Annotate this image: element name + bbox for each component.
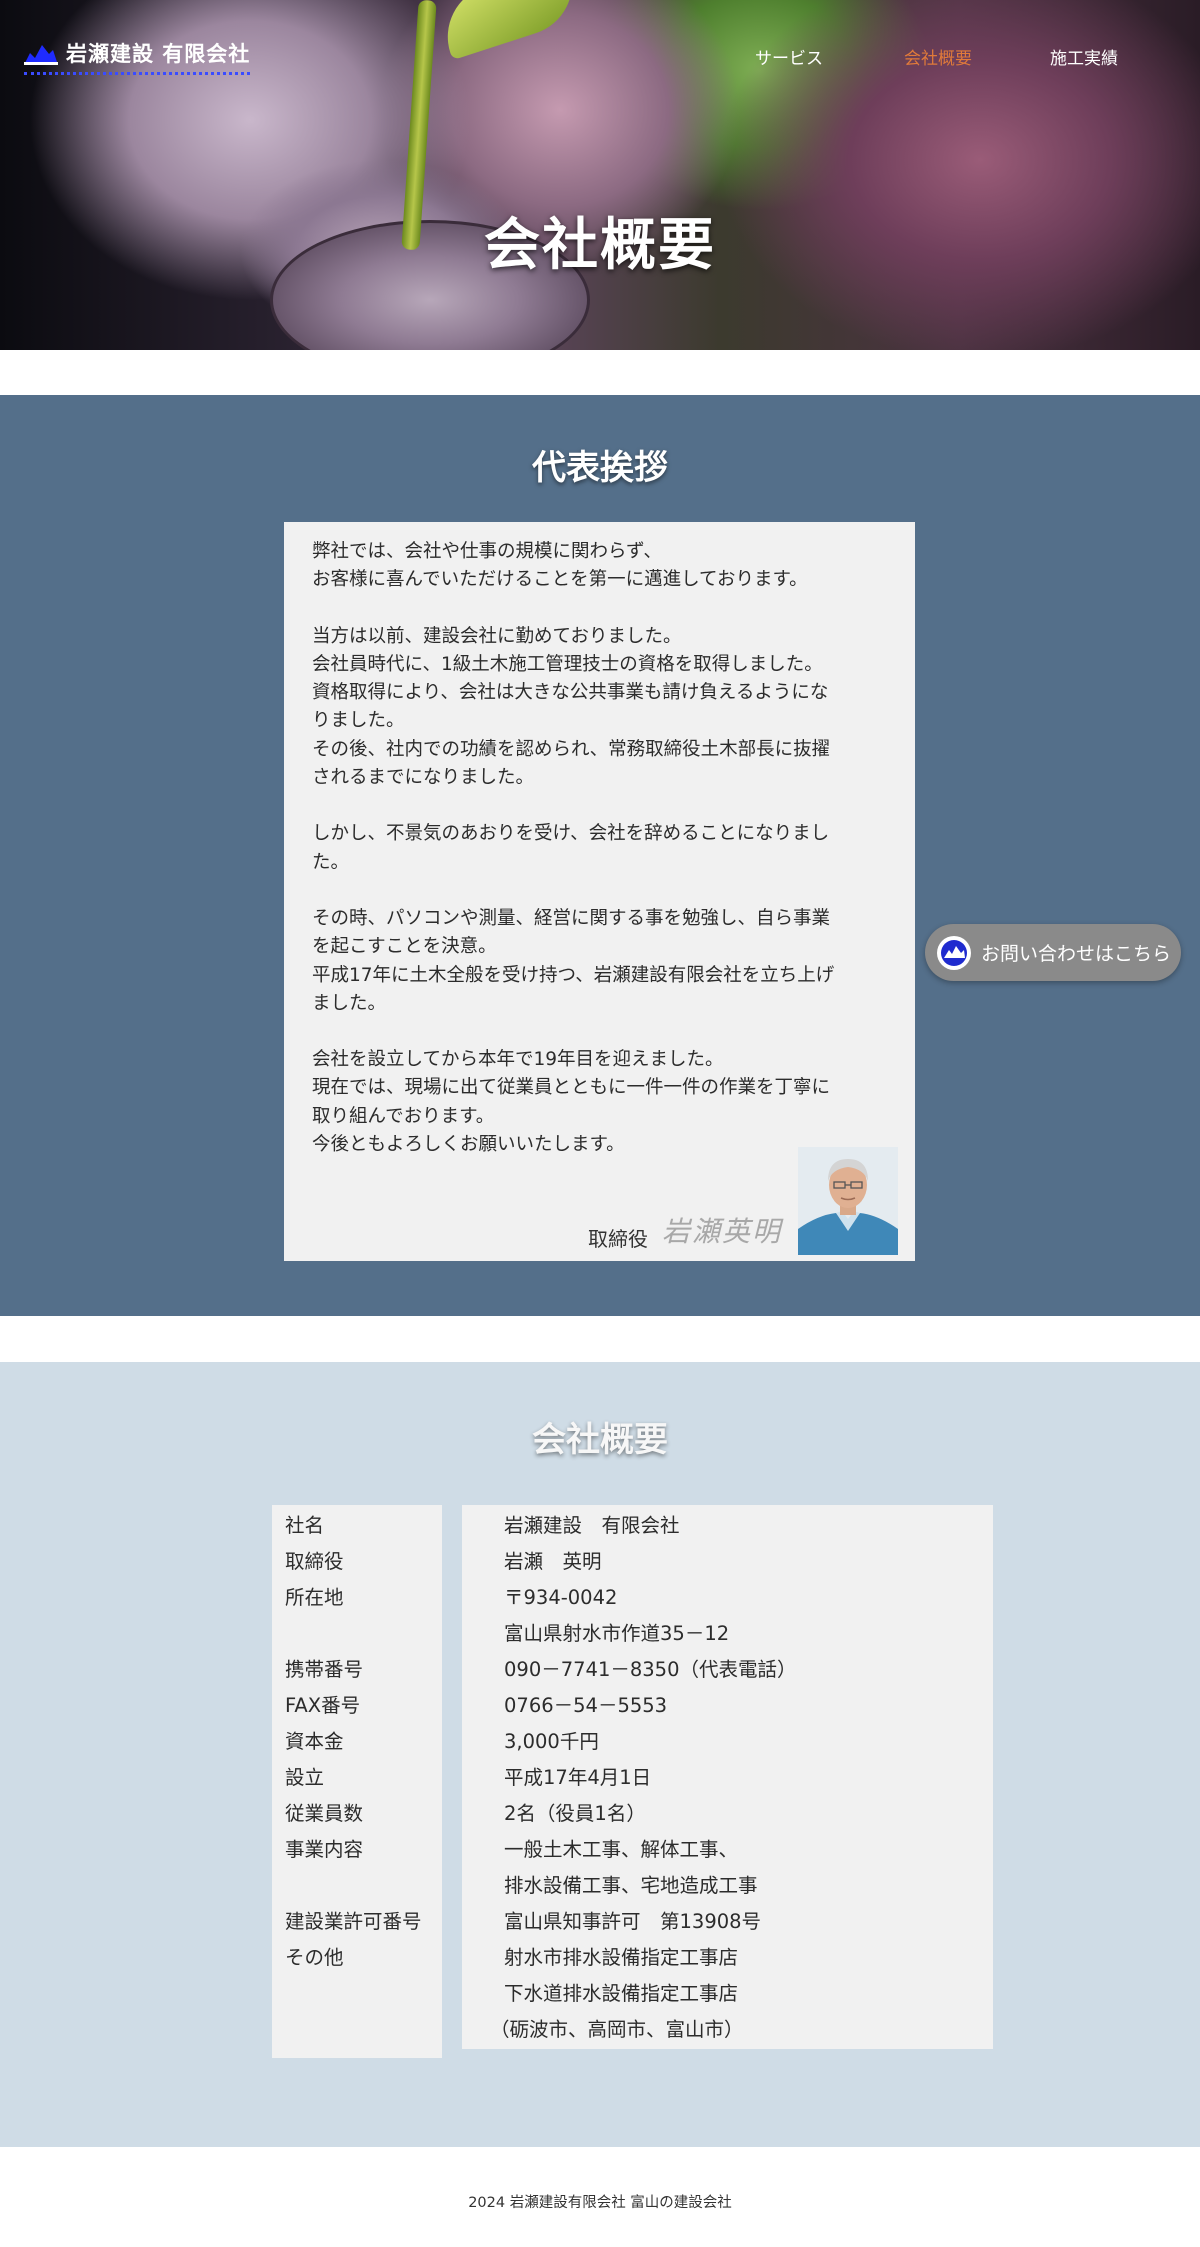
greeting-paragraph: しかし、不景気のあおりを受け、会社を辞めることになりまし た。 [312, 823, 830, 873]
greeting-paragraph: 当方は以前、建設会社に勤めておりました。 会社員時代に、1級土木施工管理技士の資… [312, 625, 831, 789]
portrait-image [798, 1147, 898, 1255]
overview-label: FAX番号 [285, 1694, 361, 1717]
overview-value: 富山県知事許可 第13908号 [504, 1910, 762, 1933]
overview-value: 3,000千円 [504, 1730, 599, 1753]
overview-label: 社名 [285, 1514, 325, 1537]
footer-copyright: 2024 岩瀬建設有限会社 富山の建設会社 [468, 2195, 732, 2211]
overview-label: 取締役 [285, 1550, 344, 1573]
greeting-title: 代表挨拶 [532, 448, 668, 488]
greeting-paragraph: 弊社では、会社や仕事の規模に関わらず、 お客様に喜んでいただけることを第一に邁進… [312, 541, 808, 591]
overview-label: 事業内容 [285, 1838, 364, 1861]
contact-button[interactable]: お問い合わせはこちら [925, 924, 1181, 981]
overview-value: （砺波市、高岡市、富山市） [490, 2018, 744, 2041]
overview-value: 下水道排水設備指定工事店 [504, 1982, 739, 2005]
overview-value: 〒934-0042 [504, 1586, 618, 1609]
overview-value: 岩瀬 英明 [504, 1550, 602, 1573]
overview-title: 会社概要 [532, 1420, 668, 1460]
overview-label: 建設業許可番号 [285, 1910, 422, 1933]
contact-button-label: お問い合わせはこちら [981, 943, 1172, 965]
overview-value: 0766－54－5553 [504, 1694, 668, 1717]
page-title: 会社概要 [484, 213, 716, 278]
overview-value: 平成17年4月1日 [504, 1766, 652, 1789]
overview-label: 資本金 [285, 1730, 344, 1753]
overview-value: 090－7741－8350（代表電話） [504, 1658, 797, 1681]
signature-role: 取締役 [588, 1227, 648, 1251]
hero-banner: 岩瀬建設 有限会社 サービス 会社概要 施工実績 会社概要 [0, 0, 1200, 350]
mountain-logo-icon [937, 935, 971, 970]
overview-value: 排水設備工事、宅地造成工事 [504, 1874, 758, 1897]
greeting-text: 弊社では、会社や仕事の規模に関わらず、 お客様に喜んでいただけることを第一に邁進… [312, 538, 888, 1159]
greeting-card: 弊社では、会社や仕事の規模に関わらず、 お客様に喜んでいただけることを第一に邁進… [284, 522, 915, 1261]
nav-item-services[interactable]: サービス [755, 44, 823, 69]
overview-value: 富山県射水市作道35－12 [504, 1622, 730, 1645]
overview-label: 設立 [285, 1766, 325, 1789]
greeting-section: 代表挨拶 弊社では、会社や仕事の規模に関わらず、 お客様に喜んでいただけることを… [0, 395, 1200, 1316]
overview-label: 従業員数 [285, 1802, 364, 1825]
overview-value: 岩瀬建設 有限会社 [504, 1514, 680, 1537]
overview-label: 所在地 [285, 1586, 344, 1609]
greeting-paragraph: 会社を設立してから本年で19年目を迎えました。 現在では、現場に出て従業員ととも… [312, 1049, 831, 1156]
nav-item-company[interactable]: 会社概要 [904, 44, 972, 69]
signature-name: 岩瀬英明 [662, 1215, 783, 1248]
overview-values-panel: 岩瀬建設 有限会社 岩瀬 英明 〒934-0042 富山県射水市作道35－12 … [462, 1505, 993, 2049]
overview-label: 携帯番号 [285, 1658, 364, 1681]
main-nav: サービス 会社概要 施工実績 [0, 44, 1200, 69]
overview-value: 一般土木工事、解体工事、 [504, 1838, 739, 1861]
overview-value: 2名（役員1名） [504, 1802, 646, 1825]
greeting-paragraph: その時、パソコンや測量、経営に関する事を勉強し、自ら事業 を起こすことを決意。 … [312, 907, 835, 1014]
overview-label: その他 [285, 1946, 344, 1969]
overview-value: 射水市排水設備指定工事店 [504, 1946, 739, 1969]
representative-portrait [798, 1147, 898, 1255]
overview-labels-panel: 社名 取締役 所在地 携帯番号 FAX番号 資本金 設立 従業員数 事業内容 建… [272, 1505, 442, 2058]
company-overview-section: 会社概要 社名 取締役 所在地 携帯番号 FAX番号 資本金 設立 従業員数 事… [0, 1362, 1200, 2147]
nav-item-works[interactable]: 施工実績 [1050, 44, 1118, 69]
